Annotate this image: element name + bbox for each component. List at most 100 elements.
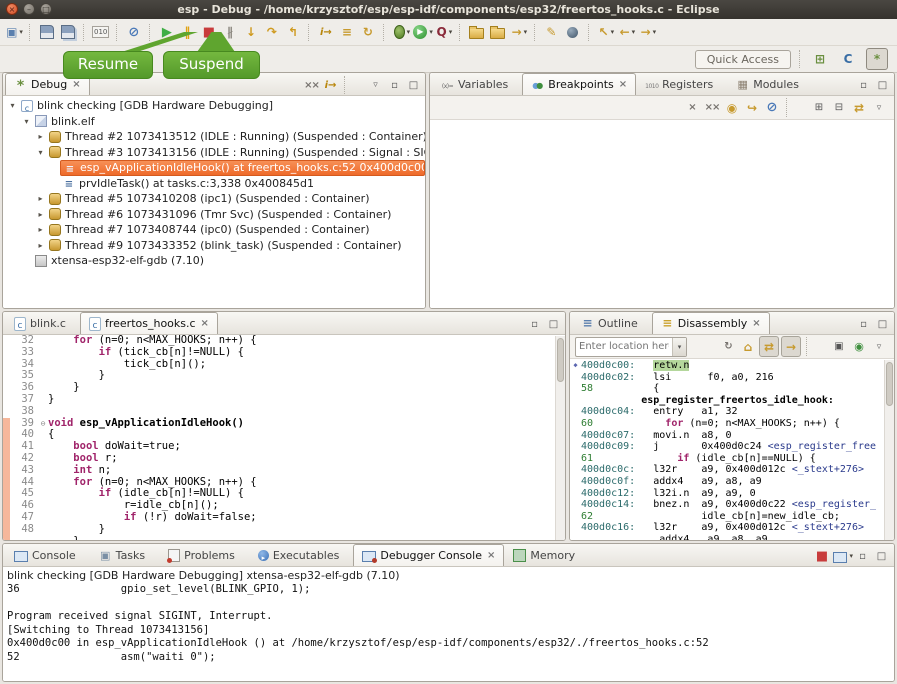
location-input[interactable] (576, 341, 672, 352)
maximize-icon[interactable]: □ (874, 315, 891, 333)
tab-freertos-hooks-c[interactable]: freertos_hooks.c× (80, 312, 218, 334)
fold-icon[interactable]: ⊖ (38, 418, 48, 430)
debugger-console-output[interactable]: blink checking [GDB Hardware Debugging] … (3, 567, 894, 681)
fold-icon[interactable] (38, 536, 48, 540)
tab-breakpoints[interactable]: Breakpoints× (522, 73, 636, 95)
remove-breakpoint-icon[interactable]: × (683, 98, 701, 117)
show-breakpoints-for-selection-icon[interactable]: ◉ (723, 98, 741, 117)
tab-disassembly[interactable]: Disassembly× (652, 312, 770, 334)
link-with-debug-view-icon[interactable]: ⇄ (850, 98, 868, 117)
forward-icon[interactable]: →▾ (639, 22, 658, 42)
tab-blink-c[interactable]: blink.c (5, 312, 80, 334)
tab-registers[interactable]: Registers (636, 73, 727, 95)
go-to-file-for-breakpoint-icon[interactable]: ↪ (743, 98, 761, 117)
fold-icon[interactable] (38, 406, 48, 418)
window-minimize-icon[interactable]: – (23, 3, 35, 15)
disassembly-scrollbar[interactable] (884, 360, 894, 540)
fold-icon[interactable] (38, 488, 48, 500)
remove-all-breakpoints-icon[interactable]: ×× (703, 98, 721, 117)
tree-row[interactable]: ▸Thread #6 1073431096 (Tmr Svc) (Suspend… (3, 207, 425, 223)
run-icon[interactable]: ▶▾ (413, 22, 433, 42)
save-all-icon[interactable] (59, 22, 78, 42)
tree-row[interactable]: ▾Thread #3 1073413156 (IDLE : Running) (… (3, 145, 425, 161)
fold-icon[interactable] (38, 477, 48, 489)
editor-scrollbar[interactable] (555, 336, 565, 540)
debug-launch-tree[interactable]: ▾blink checking [GDB Hardware Debugging]… (3, 96, 425, 309)
expander-icon[interactable]: ▸ (35, 210, 46, 219)
last-edit-location-icon[interactable]: ↖▾ (597, 22, 616, 42)
tab-debugger-console[interactable]: Debugger Console× (353, 544, 504, 566)
tree-row[interactable]: ▸Thread #5 1073410208 (ipc1) (Suspended … (3, 191, 425, 207)
tab-console[interactable]: Console (5, 544, 90, 566)
close-icon[interactable]: × (72, 79, 80, 90)
pin-icon[interactable]: ◉ (850, 337, 868, 356)
collapse-all-icon[interactable]: ⊟ (830, 98, 848, 117)
tree-row[interactable]: esp_vApplicationIdleHook() at freertos_h… (3, 160, 425, 176)
expander-icon[interactable]: ▾ (21, 117, 32, 126)
new-wizard-icon[interactable]: ▣▾ (5, 22, 24, 42)
fold-icon[interactable] (38, 524, 48, 536)
minimize-icon[interactable]: ▫ (855, 547, 872, 565)
world-icon[interactable] (564, 22, 583, 42)
cpp-perspective-icon[interactable]: C (838, 49, 858, 69)
debug-perspective-icon[interactable]: * (866, 48, 888, 70)
tree-row[interactable]: prvIdleTask() at tasks.c:3,338 0x400845d… (3, 176, 425, 192)
quick-access[interactable]: Quick Access (695, 50, 791, 69)
tree-row[interactable]: ▸Thread #9 1073433352 (blink_task) (Susp… (3, 238, 425, 254)
close-icon[interactable]: × (752, 318, 760, 329)
disassembly-listing[interactable]: ◆400d0c00: retw.n 400d0c02: lsi f0, a0, … (570, 359, 894, 541)
skip-all-breakpoints-icon[interactable]: ⊘ (763, 98, 781, 117)
instruction-stepping-mode-icon[interactable]: i→ (322, 76, 339, 94)
highlight-icon[interactable]: ✎ (543, 22, 562, 42)
step-return-icon[interactable]: ↰ (284, 22, 303, 42)
minimize-icon[interactable]: ▫ (386, 76, 403, 94)
skip-all-breakpoints-icon[interactable]: ⊘ (125, 22, 144, 42)
expander-icon[interactable]: ▸ (35, 194, 46, 203)
home-icon[interactable]: ⌂ (739, 337, 757, 356)
expand-all-icon[interactable]: ⊞ (810, 98, 828, 117)
expander-icon[interactable]: ▸ (35, 241, 46, 250)
tree-row[interactable]: ▾blink checking [GDB Hardware Debugging] (3, 98, 425, 114)
window-maximize-icon[interactable]: □ (40, 3, 52, 15)
tab-modules[interactable]: Modules (727, 73, 813, 95)
fold-icon[interactable] (38, 347, 48, 359)
view-menu-icon[interactable]: ▿ (367, 76, 384, 94)
open-perspective-icon[interactable]: ⊞ (810, 49, 830, 69)
expander-icon[interactable]: ▾ (7, 101, 18, 110)
maximize-icon[interactable]: □ (874, 76, 891, 94)
track-expression-icon[interactable]: → (781, 336, 801, 357)
minimize-icon[interactable]: ▫ (855, 76, 872, 94)
tab-memory[interactable]: Memory (504, 544, 589, 566)
fold-icon[interactable] (38, 500, 48, 512)
expander-icon[interactable]: ▸ (35, 225, 46, 234)
open-project-icon[interactable] (489, 22, 508, 42)
window-close-icon[interactable]: × (6, 3, 18, 15)
fold-icon[interactable] (38, 382, 48, 394)
fold-icon[interactable] (38, 512, 48, 524)
profile-icon[interactable]: Q▾ (435, 22, 454, 42)
fold-icon[interactable] (38, 453, 48, 465)
fold-icon[interactable] (38, 465, 48, 477)
expander-icon[interactable]: ▾ (35, 148, 46, 157)
tab-variables[interactable]: Variables (432, 73, 522, 95)
debug-icon[interactable]: ▾ (392, 22, 411, 42)
fold-icon[interactable] (38, 441, 48, 453)
combo-dropdown-icon[interactable]: ▾ (672, 338, 686, 356)
fold-icon[interactable] (38, 335, 48, 347)
tree-row[interactable]: ▾blink.elf (3, 114, 425, 130)
display-selected-console-icon[interactable]: ▾ (833, 547, 853, 565)
fold-icon[interactable] (38, 394, 48, 406)
instruction-stepping-icon[interactable]: i→ (317, 22, 336, 42)
close-icon[interactable]: × (201, 318, 209, 329)
tab-problems[interactable]: Problems (159, 544, 249, 566)
view-menu-icon[interactable]: ▿ (870, 337, 888, 356)
fold-icon[interactable] (38, 429, 48, 441)
fold-icon[interactable] (38, 370, 48, 382)
view-menu-icon[interactable]: ▿ (870, 98, 888, 117)
breakpoints-empty-area[interactable] (430, 120, 894, 308)
code-editor[interactable]: 32 for (n=0; n<MAX_HOOKS; n++) { 33 if (… (3, 335, 565, 540)
close-icon[interactable]: × (619, 79, 627, 90)
step-into-icon[interactable]: ↓ (242, 22, 261, 42)
expander-icon[interactable]: ▸ (35, 132, 46, 141)
new-c-project-icon[interactable] (468, 22, 487, 42)
